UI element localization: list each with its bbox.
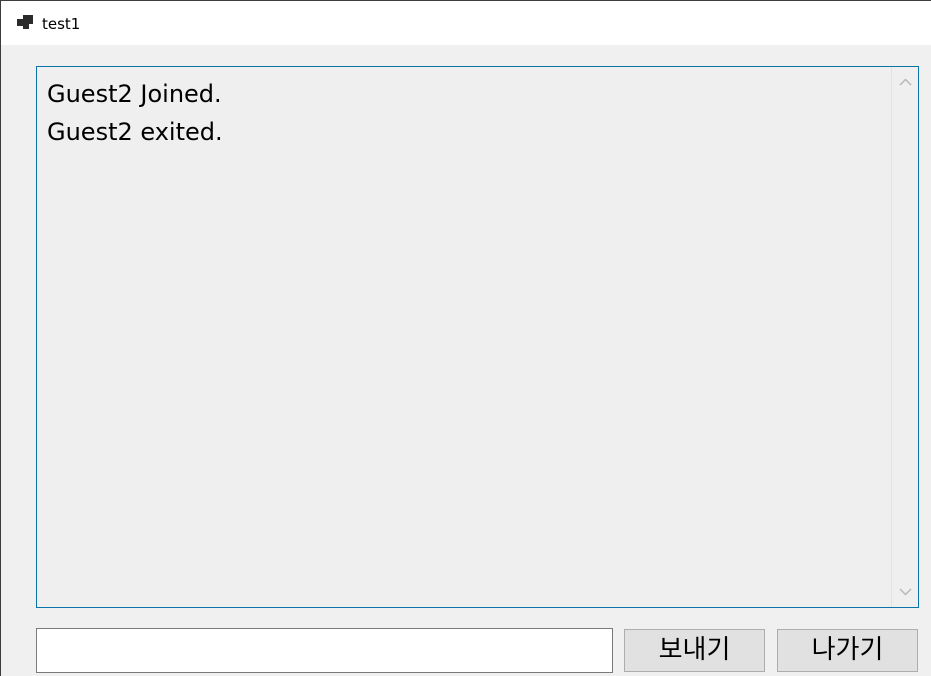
scroll-up-icon[interactable] (892, 67, 919, 95)
app-icon (17, 15, 33, 29)
chat-log[interactable]: Guest2 Joined. Guest2 exited. (36, 66, 919, 608)
scroll-down-icon[interactable] (892, 579, 919, 607)
chat-log-line: Guest2 exited. (47, 118, 223, 146)
app-window: test1 Guest2 Joined. Guest2 exited. 보내기 … (0, 0, 931, 676)
chat-log-line: Guest2 Joined. (47, 80, 222, 108)
window-title: test1 (42, 15, 81, 33)
title-bar[interactable]: test1 (1, 0, 931, 45)
chat-log-lines: Guest2 Joined. Guest2 exited. (47, 75, 888, 151)
vertical-scrollbar[interactable] (891, 67, 918, 607)
send-button[interactable]: 보내기 (624, 629, 765, 672)
exit-button[interactable]: 나가기 (777, 629, 918, 672)
message-input[interactable] (36, 628, 613, 673)
